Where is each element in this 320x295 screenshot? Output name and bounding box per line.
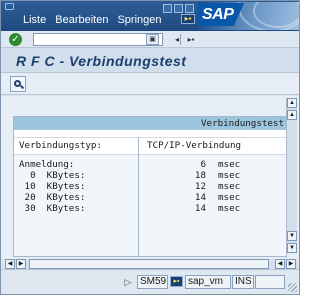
- resize-grip-icon[interactable]: [288, 283, 297, 292]
- dropdown-icon[interactable]: ▣: [146, 34, 159, 45]
- row-label: 30 KBytes:: [19, 203, 86, 214]
- status-insert-mode[interactable]: INS: [232, 275, 254, 289]
- menu-items: Liste Bearbeiten Springen: [23, 14, 162, 26]
- menu-bar: Liste Bearbeiten Springen ▸▪ SAP: [1, 1, 299, 31]
- row-value: 14: [194, 192, 206, 203]
- toolbar-separator: [180, 34, 181, 45]
- column-separator: [138, 137, 139, 256]
- status-bar: ▷ SM59 ▸▪ sap_vm INS: [1, 269, 299, 294]
- customize-layout-icon[interactable]: ▸▪: [181, 14, 195, 24]
- vertical-scrollbar[interactable]: ▲ ▲ ▼ ▼: [286, 98, 297, 253]
- result-list: Verbindungstest Verbindungstyp: TCP/IP-V…: [13, 116, 287, 257]
- scroll-page-right-icon[interactable]: ◀: [275, 259, 285, 269]
- command-field[interactable]: [33, 33, 163, 46]
- row-unit: msec: [218, 159, 241, 170]
- status-transaction[interactable]: SM59: [137, 275, 168, 289]
- row-unit: msec: [218, 170, 241, 181]
- row-value: 18: [194, 170, 206, 181]
- row-value: 14: [194, 203, 206, 214]
- close-icon[interactable]: [185, 4, 194, 13]
- window-buttons: [163, 4, 194, 13]
- sap-logo: SAP: [198, 2, 299, 30]
- scroll-up-icon[interactable]: ▲: [287, 98, 297, 108]
- row-label: Anmeldung:: [19, 159, 75, 170]
- connection-type-label: Verbindungstyp:: [19, 140, 102, 151]
- scroll-page-up-icon[interactable]: ▲: [287, 110, 297, 120]
- row-value: 12: [194, 181, 206, 192]
- horizontal-scrollbar[interactable]: ◀ ▶ ◀ ▶: [5, 259, 297, 269]
- page-title: R F C - Verbindungstest: [16, 53, 187, 69]
- row-label: 0 KBytes:: [19, 170, 86, 181]
- horizontal-scroll-thumb[interactable]: [29, 259, 269, 269]
- scroll-page-left-icon[interactable]: ▶: [16, 259, 26, 269]
- standard-toolbar: ✓ ▣ ◂ ▸▪: [1, 31, 299, 48]
- new-session-icon[interactable]: ▸▪: [184, 34, 198, 45]
- list-header: Verbindungstest: [14, 117, 286, 130]
- menu-item-bearbeiten[interactable]: Bearbeiten: [55, 14, 108, 26]
- scroll-right-icon[interactable]: ▶: [286, 259, 296, 269]
- row-unit: msec: [218, 203, 241, 214]
- enter-icon[interactable]: ✓: [9, 33, 22, 46]
- server-icon[interactable]: ▸▪: [170, 276, 183, 287]
- status-expand-icon[interactable]: ▷: [121, 276, 135, 288]
- content-area: Verbindungstest Verbindungstyp: TCP/IP-V…: [1, 96, 299, 259]
- scroll-left-icon[interactable]: ◀: [5, 259, 15, 269]
- minimize-icon[interactable]: [163, 4, 172, 13]
- scroll-page-down-icon[interactable]: ▼: [287, 231, 297, 241]
- menu-item-liste[interactable]: Liste: [23, 14, 46, 26]
- find-icon[interactable]: [10, 76, 26, 92]
- row-unit: msec: [218, 192, 241, 203]
- status-empty-field: [255, 275, 285, 289]
- title-bar: R F C - Verbindungstest: [1, 48, 299, 73]
- system-menu-icon[interactable]: [5, 3, 14, 10]
- scroll-down-icon[interactable]: ▼: [287, 243, 297, 253]
- menu-item-springen[interactable]: Springen: [117, 14, 161, 26]
- row-value: 6: [200, 159, 206, 170]
- status-system[interactable]: sap_vm: [185, 275, 231, 289]
- list-header-title: Verbindungstest: [201, 118, 284, 129]
- maximize-icon[interactable]: [174, 4, 183, 13]
- row-label: 20 KBytes:: [19, 192, 86, 203]
- row-unit: msec: [218, 181, 241, 192]
- row-label: 10 KBytes:: [19, 181, 86, 192]
- sap-window: Liste Bearbeiten Springen ▸▪ SAP ✓ ▣ ◂ ▸…: [0, 0, 300, 295]
- connection-type-value: TCP/IP-Verbindung: [147, 140, 242, 151]
- application-toolbar: [1, 73, 299, 95]
